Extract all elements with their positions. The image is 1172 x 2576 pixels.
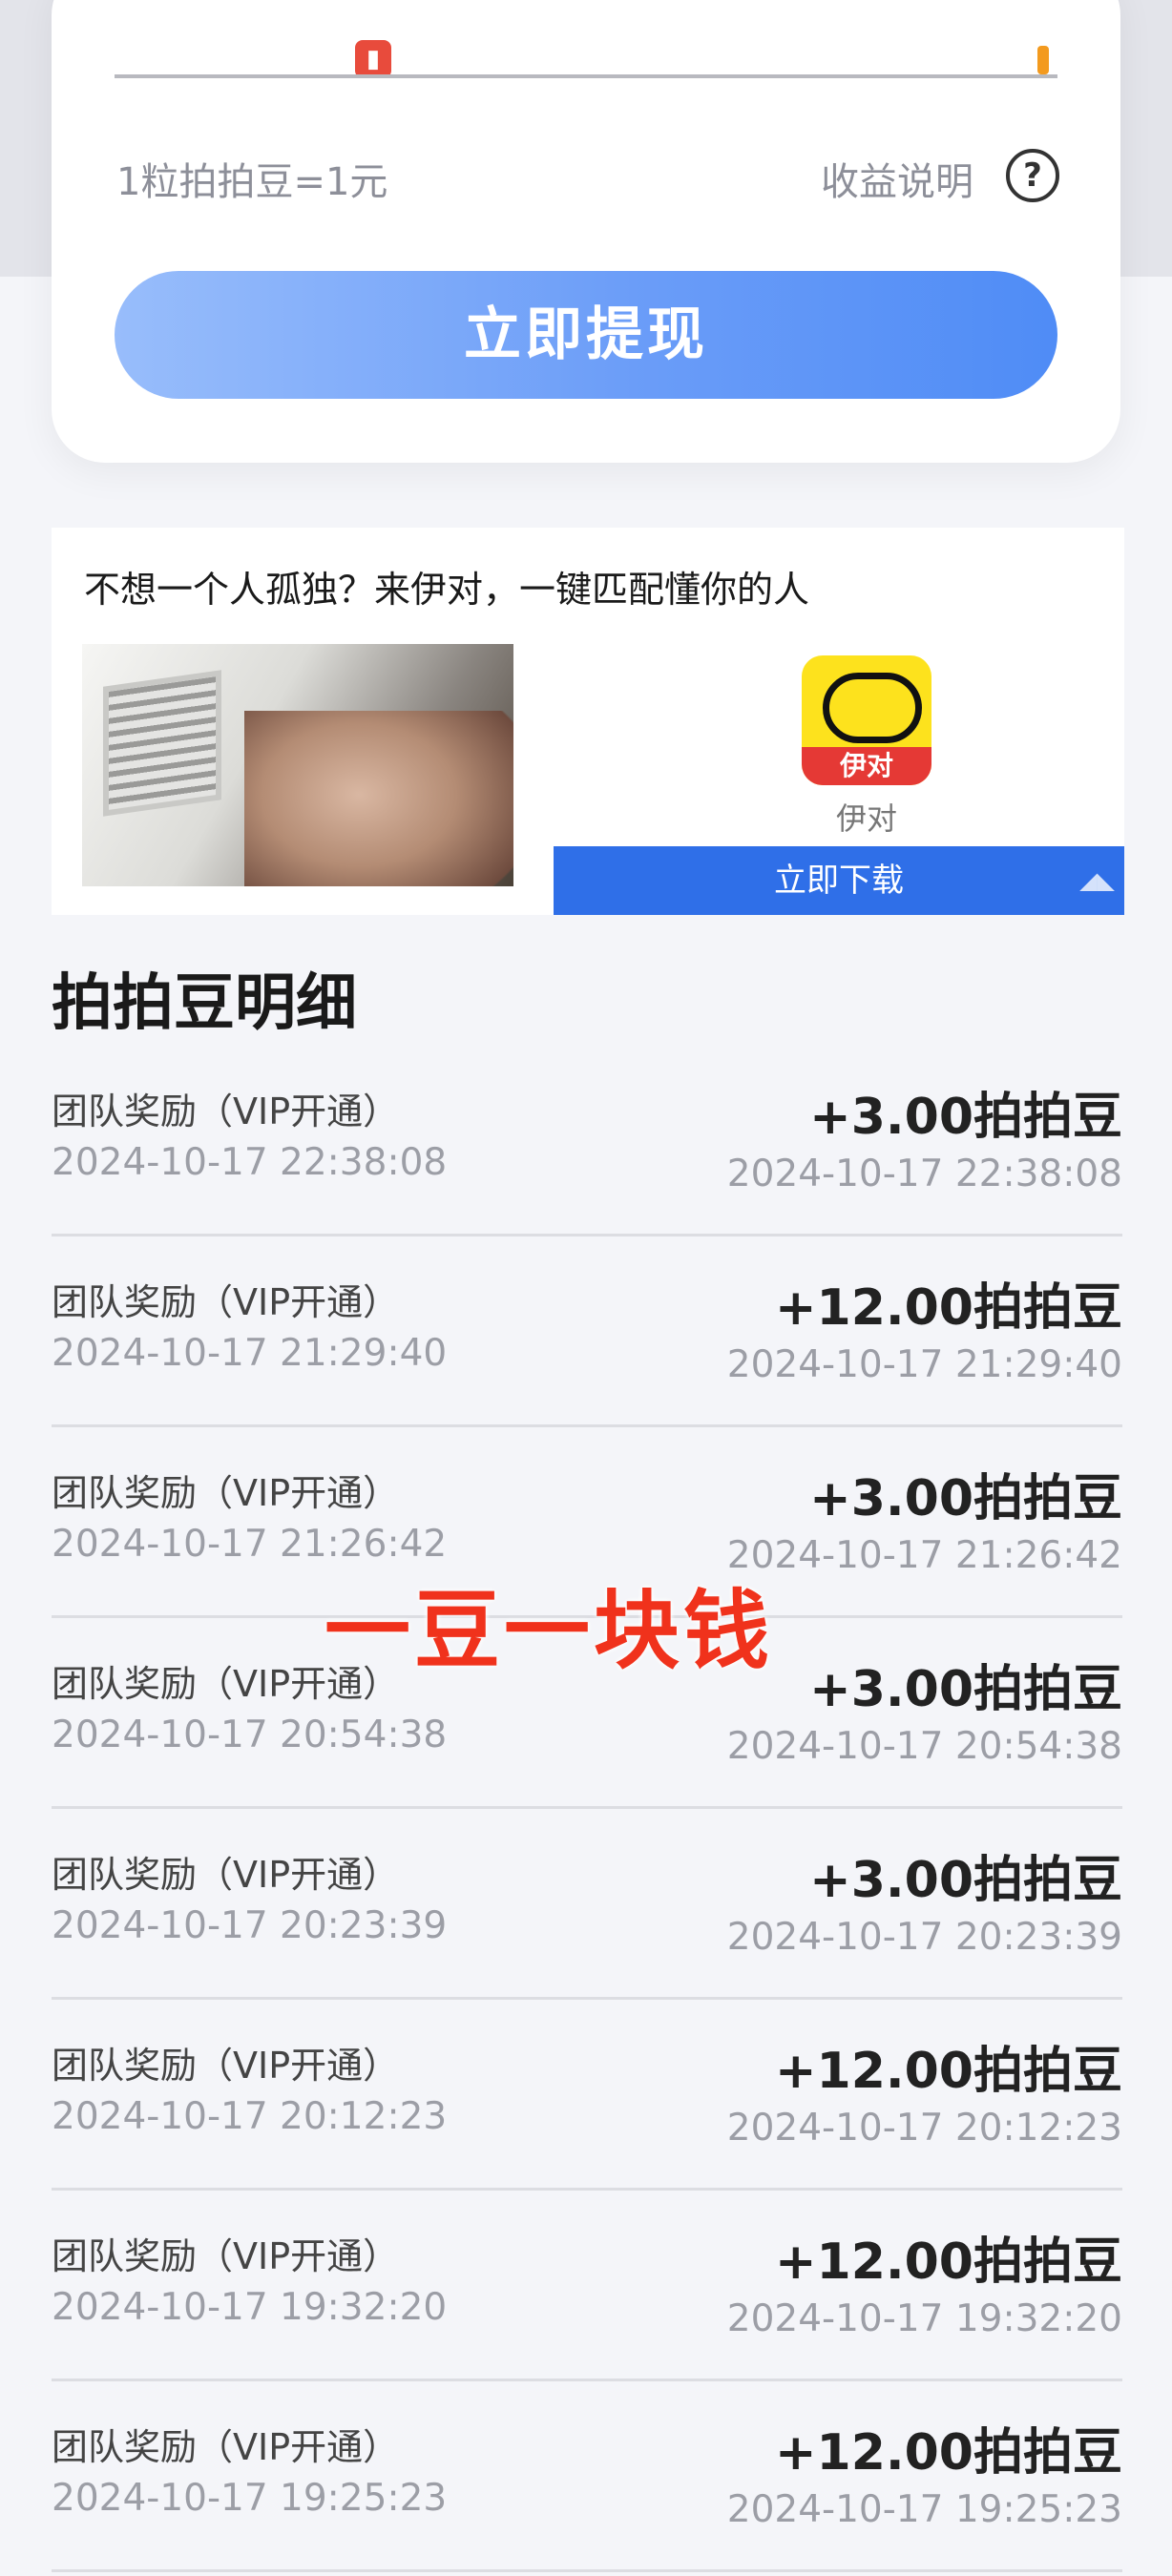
heart-icon: [823, 673, 922, 743]
download-button[interactable]: 立即下载 ◢◣: [554, 846, 1124, 915]
item-name: 团队奖励（VIP开通）: [52, 1854, 400, 1896]
item-date: 2024-10-17 20:23:39: [52, 1904, 448, 1947]
list-item[interactable]: 团队奖励（VIP开通） 2024-10-17 19:32:20 +12.00拍拍…: [52, 2191, 1122, 2381]
item-date: 2024-10-17 20:12:23: [52, 2095, 448, 2138]
item-amount: +12.00拍拍豆: [774, 2043, 1122, 2100]
ad-title: 不想一个人孤独？来伊对，一键匹配懂你的人: [84, 569, 810, 611]
details-title: 拍拍豆明细: [52, 968, 357, 1039]
ad-photo-subject: [244, 711, 513, 886]
ad-network-logo-icon: ◢◣: [1079, 867, 1115, 894]
item-name: 团队奖励（VIP开通）: [52, 2235, 400, 2277]
item-date: 2024-10-17 19:32:20: [52, 2286, 448, 2329]
item-date-right: 2024-10-17 21:26:42: [726, 1534, 1122, 1577]
list-item[interactable]: 团队奖励（VIP开通） 2024-10-17 20:12:23 +12.00拍拍…: [52, 2000, 1122, 2191]
income-explanation-link[interactable]: 收益说明: [821, 151, 973, 206]
item-date: 2024-10-17 19:25:23: [52, 2477, 448, 2520]
list-item[interactable]: 团队奖励（VIP开通） 2024-10-17 21:29:40 +12.00拍拍…: [52, 1236, 1122, 1427]
download-label: 立即下载: [774, 862, 904, 900]
app-name: 伊对: [835, 800, 897, 837]
vent-graphic: [103, 670, 221, 817]
item-name: 团队奖励（VIP开通）: [52, 2426, 400, 2468]
item-date: 2024-10-17 21:29:40: [52, 1332, 448, 1375]
divider: [115, 74, 1057, 78]
app-logo-icon[interactable]: 伊对: [802, 655, 931, 785]
item-amount: +3.00拍拍豆: [809, 1661, 1122, 1718]
overlay-caption: 一豆一块钱: [324, 1581, 773, 1681]
item-amount: +12.00拍拍豆: [774, 2424, 1122, 2482]
withdraw-button[interactable]: 立即提现: [115, 271, 1057, 399]
carrier-label: 中国移动: [67, 46, 220, 90]
item-date-right: 2024-10-17 19:32:20: [726, 2297, 1122, 2340]
item-amount: +3.00拍拍豆: [809, 1470, 1122, 1527]
network-indicator: 26.6 4G: [845, 38, 958, 72]
status-bar: 中国移动 11:13 ▮ 26.6 4G 19: [0, 0, 1172, 114]
ad-banner[interactable]: 不想一个人孤独？来伊对，一键匹配懂你的人 伊对 伊对 立即下载 ◢◣: [52, 528, 1124, 915]
list-item[interactable]: 团队奖励（VIP开通） 2024-10-17 22:38:08 +3.00拍拍豆…: [52, 1046, 1122, 1236]
help-icon[interactable]: ?: [1006, 149, 1059, 202]
item-name: 团队奖励（VIP开通）: [52, 1472, 400, 1514]
item-date: 2024-10-17 22:38:08: [52, 1141, 448, 1184]
item-date-right: 2024-10-17 22:38:08: [726, 1153, 1122, 1195]
item-date-right: 2024-10-17 21:29:40: [726, 1343, 1122, 1386]
item-date-right: 2024-10-17 20:12:23: [726, 2107, 1122, 2150]
item-date: 2024-10-17 20:54:38: [52, 1714, 448, 1756]
list-item[interactable]: 团队奖励（VIP开通） 2024-10-17 20:23:39 +3.00拍拍豆…: [52, 1809, 1122, 2000]
app-icon-label: 伊对: [802, 747, 931, 785]
item-date-right: 2024-10-17 19:25:23: [726, 2488, 1122, 2531]
item-date: 2024-10-17 21:26:42: [52, 1523, 448, 1566]
item-amount: +3.00拍拍豆: [809, 1089, 1122, 1146]
notification-icon: ▮: [355, 40, 391, 78]
item-amount: +12.00拍拍豆: [774, 2233, 1122, 2291]
page-title: 我的钱包: [468, 172, 704, 239]
item-date-right: 2024-10-17 20:23:39: [726, 1916, 1122, 1959]
ad-image[interactable]: [82, 644, 513, 886]
item-name: 团队奖励（VIP开通）: [52, 2045, 400, 2087]
item-name: 团队奖励（VIP开通）: [52, 1091, 400, 1132]
item-amount: +12.00拍拍豆: [774, 1279, 1122, 1337]
details-list: 团队奖励（VIP开通） 2024-10-17 22:38:08 +3.00拍拍豆…: [52, 1046, 1122, 2572]
item-amount: +3.00拍拍豆: [809, 1852, 1122, 1909]
list-item[interactable]: 团队奖励（VIP开通） 2024-10-17 19:25:23 +12.00拍拍…: [52, 2381, 1122, 2572]
item-date-right: 2024-10-17 20:54:38: [726, 1725, 1122, 1768]
item-name: 团队奖励（VIP开通）: [52, 1281, 400, 1323]
